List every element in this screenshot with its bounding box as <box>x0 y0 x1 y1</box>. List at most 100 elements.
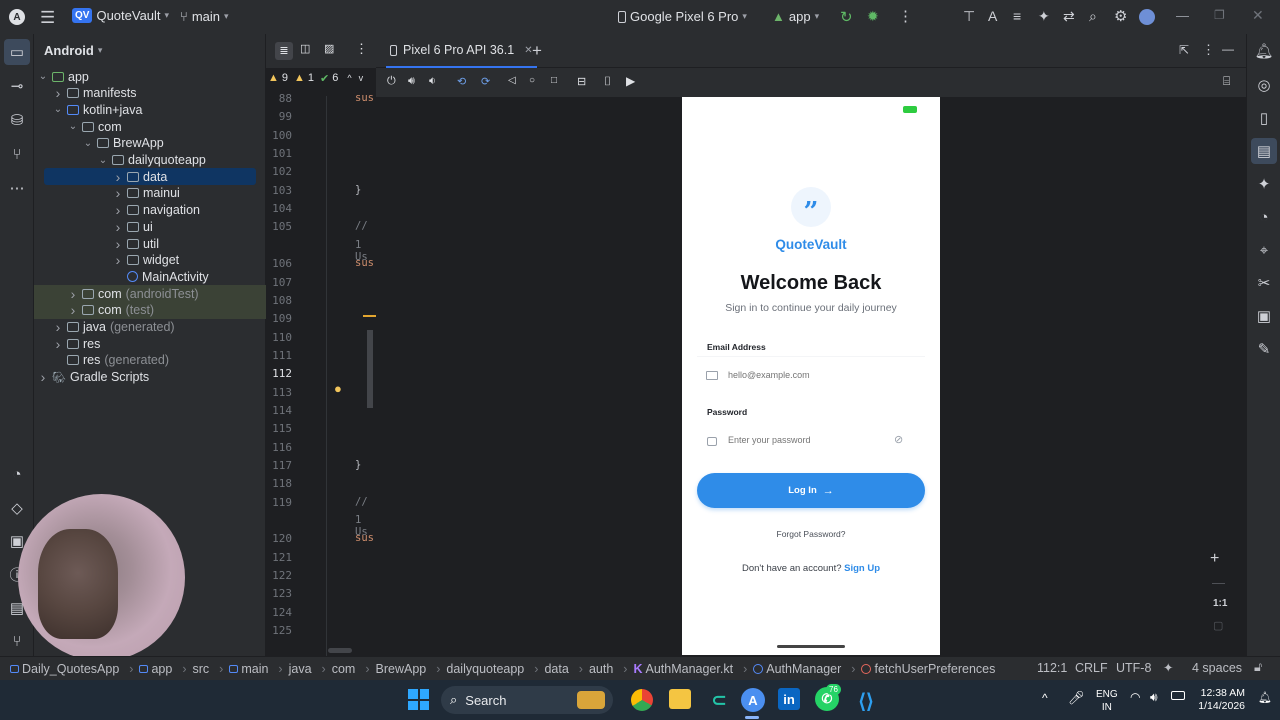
zoom-fit-icon[interactable]: ▢ <box>1213 619 1223 632</box>
layout-inspector-icon[interactable]: ⌖ <box>1251 237 1277 263</box>
run-config-selector[interactable]: ▲ app ▾ <box>772 9 819 24</box>
close-icon[interactable]: ✕ <box>1252 7 1264 24</box>
editor-options-icon[interactable]: ⋮ <box>355 41 368 57</box>
device-selector[interactable]: Google Pixel 6 Pro ▾ <box>618 9 747 24</box>
tree-item-com[interactable]: › com (androidTest) <box>34 285 266 303</box>
device-file-icon[interactable]: ▯ <box>1251 105 1277 131</box>
gemini-icon[interactable]: ✦ <box>1251 171 1277 197</box>
chevron-right-icon[interactable]: › <box>111 252 125 268</box>
breadcrumb-item[interactable]: dailyquoteapp <box>446 662 524 676</box>
rotate-right-icon[interactable]: ⟳ <box>481 75 490 88</box>
minimize-icon[interactable]: — <box>1176 8 1189 23</box>
screenshot-icon[interactable]: ⌷ <box>604 74 611 89</box>
notification-center-icon[interactable]: 🔔︎ <box>1258 691 1272 704</box>
file-explorer-icon[interactable] <box>669 689 691 709</box>
tree-item-widget[interactable]: › widget <box>34 252 266 269</box>
tree-item-java[interactable]: › java (generated) <box>34 319 266 336</box>
list-icon[interactable]: ≡ <box>1013 8 1021 24</box>
chevron-right-icon[interactable]: › <box>51 319 65 335</box>
notifications-icon[interactable]: 🔔︎ <box>1251 38 1277 64</box>
breadcrumb-item[interactable]: data <box>544 662 568 676</box>
horizontal-scrollbar[interactable] <box>328 648 352 653</box>
gem-icon[interactable]: ◇ <box>4 495 30 521</box>
chevron-right-icon[interactable]: › <box>66 286 80 302</box>
linkedin-icon[interactable]: in <box>778 688 800 710</box>
rotate-left-icon[interactable]: ⟲ <box>457 75 466 88</box>
project-switcher[interactable]: QV QuoteVault ▾ <box>72 8 169 23</box>
main-menu-icon[interactable]: ☰ <box>40 8 55 28</box>
pull-requests-icon[interactable]: ⑂ <box>4 141 30 167</box>
tree-item-manifests[interactable]: › manifests <box>34 85 266 102</box>
wifi-icon[interactable]: ◠ <box>1130 690 1140 704</box>
snapshot-icon[interactable]: ⌸ <box>1223 74 1230 89</box>
clock[interactable]: 12:38 AM 1/14/2026 <box>1195 687 1245 713</box>
overview-icon[interactable]: □ <box>551 75 557 86</box>
tree-item-com[interactable]: › com (test) <box>34 301 266 319</box>
avatar[interactable] <box>1139 9 1155 25</box>
build-variants-icon[interactable]: ✂ <box>1251 270 1277 296</box>
forgot-password-link[interactable]: Forgot Password? <box>682 529 940 539</box>
breadcrumb-item[interactable]: java <box>289 662 312 676</box>
chevron-down-icon[interactable]: ⌄ <box>66 121 80 132</box>
zoom-actual-size[interactable]: 1:1 <box>1213 598 1227 609</box>
read-only-toggle-icon[interactable]: 🔓︎ <box>1254 660 1262 675</box>
battery-icon[interactable] <box>1171 691 1185 700</box>
breadcrumb-item[interactable]: AuthManager <box>753 662 841 676</box>
translate-icon[interactable]: A <box>988 8 997 24</box>
breadcrumb-item[interactable]: app <box>139 662 172 676</box>
chrome-icon[interactable] <box>631 689 653 711</box>
tree-item-navigation[interactable]: › navigation <box>34 202 266 219</box>
email-input[interactable] <box>728 370 908 380</box>
breadcrumb-item[interactable]: K AuthManager.kt <box>633 662 733 676</box>
editor-view-design-button[interactable]: ▨ <box>324 42 334 55</box>
sync-icon[interactable]: ⇄ <box>1063 8 1075 25</box>
more-tools-icon[interactable]: ⋯ <box>4 175 30 201</box>
panel-options-icon[interactable]: ⋮ <box>1202 42 1215 58</box>
zoom-out-button[interactable]: — <box>1212 575 1225 590</box>
breadcrumb-item[interactable]: fetchUserPreferences <box>861 662 995 676</box>
chevron-down-icon[interactable]: ⌄ <box>36 71 50 82</box>
emulator-tab[interactable]: Pixel 6 Pro API 36.1 ✕ <box>386 34 537 68</box>
running-devices-icon[interactable]: ▤ <box>1251 138 1277 164</box>
tree-item-gradle-scripts[interactable]: › 🐘︎ Gradle Scripts <box>34 369 266 386</box>
editor-view-split-button[interactable]: ◫ <box>300 42 310 55</box>
microphone-icon[interactable]: 🎤︎ <box>1068 690 1085 706</box>
tree-item-dailyquoteapp[interactable]: ⌄ dailyquoteapp <box>34 152 266 169</box>
pen-icon[interactable]: ✎ <box>1251 336 1277 362</box>
rerun-icon[interactable]: ↻ <box>840 8 853 26</box>
tree-item-res[interactable]: res (generated) <box>34 352 266 369</box>
breadcrumb-item[interactable]: main <box>229 662 268 676</box>
chevron-down-icon[interactable]: ⌄ <box>81 138 95 149</box>
intention-bulb-icon[interactable]: ● <box>334 381 342 396</box>
language-indicator[interactable]: ENG IN <box>1096 688 1118 714</box>
chevron-up-icon[interactable]: ^ <box>347 73 351 83</box>
project-tool-icon[interactable]: ▭ <box>4 39 30 65</box>
volume-down-icon[interactable]: 🔉︎ <box>429 75 436 88</box>
android-studio-icon[interactable]: A <box>741 688 765 712</box>
breadcrumb-item[interactable]: com <box>332 662 356 676</box>
record-icon[interactable]: ▶ <box>626 74 635 88</box>
tree-item-mainui[interactable]: › mainui <box>34 185 266 202</box>
password-input[interactable] <box>728 434 888 445</box>
chevron-right-icon[interactable]: › <box>111 185 125 201</box>
indent-setting[interactable]: 4 spaces <box>1192 661 1242 675</box>
tree-item-mainactivity[interactable]: MainActivity <box>34 268 266 285</box>
codeium-icon[interactable]: ⊂ <box>705 686 733 714</box>
home-icon[interactable]: ○ <box>529 75 535 86</box>
search-icon[interactable]: ⌕ <box>1089 8 1097 25</box>
fold-icon[interactable]: ⊟ <box>577 75 586 88</box>
file-encoding[interactable]: UTF-8 <box>1116 661 1151 675</box>
commit-tool-icon[interactable]: ⊸ <box>4 73 30 99</box>
app-inspection-icon[interactable]: ◔ <box>1251 204 1277 230</box>
ai-assist-icon[interactable]: ✦ <box>1163 660 1173 675</box>
chevron-right-icon[interactable]: › <box>51 336 65 352</box>
branch-switcher[interactable]: ⑂ main ▾ <box>180 9 229 24</box>
chevron-right-icon[interactable]: › <box>111 202 125 218</box>
resource-manager-icon[interactable]: ⛁ <box>4 107 30 133</box>
debug-icon[interactable]: ✹ <box>867 8 879 25</box>
tree-item-com[interactable]: ⌄ com <box>34 118 266 135</box>
caret-position[interactable]: 112:1 <box>1037 661 1067 675</box>
tree-item-ui[interactable]: › ui <box>34 218 266 235</box>
chevron-down-icon[interactable]: v <box>359 73 364 83</box>
tree-item-data[interactable]: › data <box>44 168 256 186</box>
